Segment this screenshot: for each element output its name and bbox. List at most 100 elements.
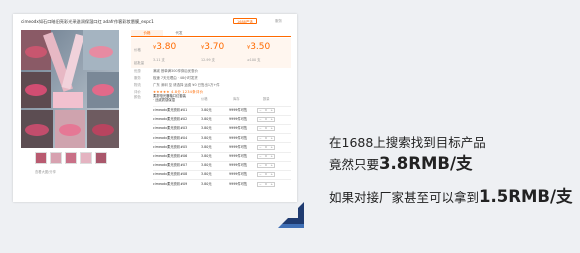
quantity-stepper[interactable]: −0 + [257,181,275,187]
thumbnail[interactable] [35,152,47,164]
col-price: 价格 [201,97,208,101]
sku-title: 颜色 [134,95,141,99]
price-value: 3.50 [250,42,271,52]
thumbnail[interactable] [50,152,62,164]
product-main-image[interactable] [21,30,119,148]
plus-icon[interactable]: + [270,108,273,113]
highlight-price: 3.8RMB/支 [379,154,473,173]
thumbnail-strip [35,152,107,164]
price-tier-3: ¥3.50 ≥100 支 [247,42,293,62]
qty-value[interactable]: 0 [265,136,267,141]
sku-row: cimeodx柔光亮彩#02 3.80元 9999件可售 −0 + [153,115,291,124]
col-qty: 数量 [263,97,270,101]
sku-row: cimeodx柔光亮彩#03 3.80元 9999件可售 −0 + [153,124,291,133]
sku-price: 3.80元 [201,172,212,177]
plus-icon[interactable]: + [270,182,273,187]
sku-stock: 9999件可售 [229,163,248,168]
qty-label: 起批量 [134,61,145,65]
minus-icon[interactable]: − [259,163,262,168]
tier-qty: 12-99 支 [201,58,215,62]
lipstick-photo [21,30,119,148]
sku-stock: 9999件可售 [229,144,248,149]
plus-icon[interactable]: + [270,154,273,159]
quantity-stepper[interactable]: −0 + [257,172,275,178]
price-value: 3.70 [204,42,225,52]
caption-line-2: 竟然只要3.8RMB/支 [329,154,473,173]
quantity-stepper[interactable]: −0 + [257,117,275,123]
qty-value[interactable]: 0 [265,172,267,177]
sku-row: cimeodx柔光亮彩#07 3.80元 9999件可售 −0 + [153,161,291,170]
minus-icon[interactable]: − [259,117,262,122]
sku-row: cimeodx柔光亮彩#04 3.80元 9999件可售 −0 + [153,134,291,143]
sku-price: 3.80元 [201,163,212,168]
sku-name: cimeodx柔光亮彩#09 [153,181,188,186]
thumbnail[interactable] [65,152,77,164]
sku-name: cimeodx柔光亮彩#05 [153,144,188,149]
plus-icon[interactable]: + [270,126,273,131]
sku-price: 3.80元 [201,144,212,149]
sku-name: cimeodx柔光亮彩#07 [153,163,188,168]
qty-value[interactable]: 0 [265,182,267,187]
shipping-row[interactable]: 物流 广东 深圳 至 请选择 运费 ¥0 已售出1万+件 [131,82,291,89]
product-title: cimeodx如石口暗旧亮彩光采滋润保湿口红 adafr作客彩妆唇膜_expc1 [21,19,154,24]
sku-row: cimeodx柔光亮彩#01 3.80元 9999件可售 −0 + [153,106,291,115]
quantity-stepper[interactable]: −0 + [257,108,275,113]
minus-icon[interactable]: − [259,182,262,187]
minus-icon[interactable]: − [259,145,262,150]
quantity-stepper[interactable]: −0 + [257,154,275,159]
quantity-stepper[interactable]: −0 + [257,135,275,141]
caption-line-1: 在1688上搜索找到目标产品 [329,135,486,150]
minus-icon[interactable]: − [259,172,262,177]
promo-row: 优惠 满减 首单满300享券后优惠价 [134,69,198,73]
tab-price[interactable]: 价格 [131,30,163,36]
minus-icon[interactable]: − [259,108,262,113]
price-tabs: 价格 代发 [131,30,291,37]
qty-value[interactable]: 0 [265,126,267,131]
sku-price: 3.80元 [201,154,212,158]
qty-value[interactable]: 0 [265,145,267,150]
price-tier-2: ¥3.70 12-99 支 [201,42,247,62]
plus-icon[interactable]: + [270,145,273,150]
minus-icon[interactable]: − [259,126,262,131]
quantity-stepper[interactable]: −0 + [257,163,275,169]
plus-icon[interactable]: + [270,163,273,168]
tab-dropship[interactable]: 代发 [163,30,195,36]
thumbnail-hint[interactable]: 查看大图/分享 [35,169,56,174]
thumbnail[interactable] [95,152,107,164]
sku-stock: 9999件可售 [229,108,248,112]
sku-price: 3.80元 [201,135,212,140]
sku-name: cimeodx柔光亮彩#08 [153,172,188,177]
product-screenshot: cimeodx如石口暗旧亮彩光采滋润保湿口红 adafr作客彩妆唇膜_expc1… [13,14,297,202]
sku-name: cimeodx柔光亮彩#06 [153,154,188,158]
sku-stock: 9999件可售 [229,154,248,158]
service-row: 服务 极速 7天无理由 · 48小时发货 [134,76,198,80]
plus-icon[interactable]: + [270,136,273,141]
qty-value[interactable]: 0 [265,117,267,122]
plus-icon[interactable]: + [270,172,273,177]
quantity-stepper[interactable]: −0 + [257,126,275,132]
qty-value[interactable]: 0 [265,108,267,113]
minus-icon[interactable]: − [259,154,262,159]
col-stock: 库存 [233,97,240,101]
sku-stock: 9999件可售 [229,126,248,131]
plus-icon[interactable]: + [270,117,273,122]
sku-group-name: 柔雾哑光唇釉口红套装 · 丝绒质感保湿 [153,94,186,103]
qty-value[interactable]: 0 [265,163,267,168]
sku-price: 3.80元 [201,117,212,122]
price-label: 价格 [134,48,141,52]
price-tier-1: ¥3.80 3-11 支 [153,42,199,62]
sku-row: cimeodx柔光亮彩#05 3.80元 9999件可售 −0 + [153,143,291,152]
quantity-stepper[interactable]: −0 + [257,144,275,150]
sku-row: cimeodx柔光亮彩#09 3.80元 9999件可售 −0 + [153,180,291,189]
price-value: 3.80 [156,42,177,52]
qty-value[interactable]: 0 [265,154,267,159]
tier-qty: ≥100 支 [247,58,261,62]
sku-stock: 9999件可售 [229,117,248,122]
sku-name: cimeodx柔光亮彩#02 [153,117,188,122]
yanxuan-badge[interactable]: 1688严选 [233,18,257,24]
sku-stock: 9999件可售 [229,172,248,177]
sku-price: 3.80元 [201,181,212,186]
thumbnail[interactable] [80,152,92,164]
minus-icon[interactable]: − [259,136,262,141]
service-link[interactable]: 服务 [275,19,282,24]
